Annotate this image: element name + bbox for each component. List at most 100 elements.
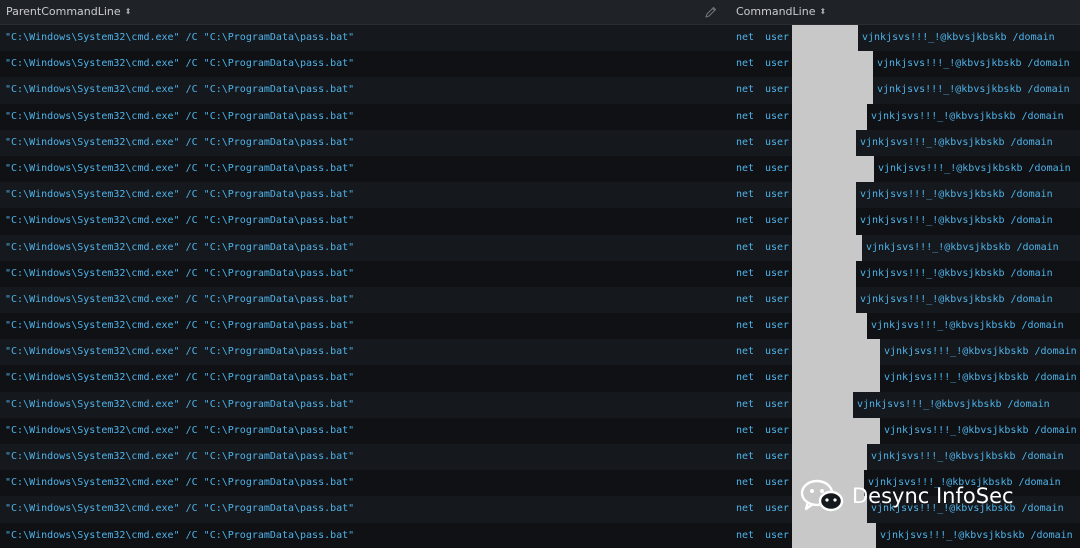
cell-parentcommandline: "C:\Windows\System32\cmd.exe" /C "C:\Pro…	[5, 58, 355, 70]
table-row[interactable]: "C:\Windows\System32\cmd.exe" /C "C:\Pro…	[0, 129, 1080, 156]
cell-command-net: net	[736, 32, 755, 43]
cell-command-args: vjnkjsvs!!!_!@kbvsjkbskb /domain	[877, 84, 1070, 96]
cell-command-net: net	[736, 424, 755, 436]
wechat-logo-icon	[800, 479, 844, 512]
table-row[interactable]: "C:\Windows\System32\cmd.exe" /C "C:\Pro…	[0, 444, 1080, 471]
cell-command-args: vjnkjsvs!!!_!@kbvsjkbskb /domain	[871, 320, 1064, 332]
cell-command-net: net	[736, 477, 755, 489]
table-row[interactable]: "C:\Windows\System32\cmd.exe" /C "C:\Pro…	[0, 391, 1080, 418]
cell-command-net: net	[736, 162, 755, 174]
cell-parentcommandline: "C:\Windows\System32\cmd.exe" /C "C:\Pro…	[5, 346, 355, 358]
table-row[interactable]: "C:\Windows\System32\cmd.exe" /C "C:\Pro…	[0, 365, 1080, 392]
redaction-box	[792, 103, 867, 130]
table-row[interactable]: "C:\Windows\System32\cmd.exe" /C "C:\Pro…	[0, 208, 1080, 235]
redaction-box	[792, 260, 856, 287]
cell-command-user: user	[765, 372, 790, 384]
cell-command-net: net	[736, 372, 755, 384]
table-header: ParentCommandLine ⬍ CommandLine ⬍	[0, 0, 1080, 25]
table-row[interactable]: "C:\Windows\System32\cmd.exe" /C "C:\Pro…	[0, 103, 1080, 130]
cell-command-net: net	[736, 136, 755, 148]
cell-command-args: vjnkjsvs!!!_!@kbvsjkbskb /domain	[857, 398, 1050, 410]
cell-parentcommandline: "C:\Windows\System32\cmd.exe" /C "C:\Pro…	[5, 32, 355, 43]
cell-parentcommandline: "C:\Windows\System32\cmd.exe" /C "C:\Pro…	[5, 267, 355, 279]
cell-command-net: net	[736, 189, 755, 201]
pencil-icon[interactable]	[704, 5, 718, 19]
table-row[interactable]: "C:\Windows\System32\cmd.exe" /C "C:\Pro…	[0, 339, 1080, 366]
table-row[interactable]: "C:\Windows\System32\cmd.exe" /C "C:\Pro…	[0, 182, 1080, 209]
redaction-box	[792, 286, 856, 314]
cell-command-user: user	[765, 398, 790, 410]
cell-parentcommandline: "C:\Windows\System32\cmd.exe" /C "C:\Pro…	[5, 189, 355, 201]
redaction-box	[792, 444, 867, 471]
redaction-box	[792, 313, 867, 340]
column-header-commandline[interactable]: CommandLine ⬍	[736, 0, 826, 24]
cell-parentcommandline: "C:\Windows\System32\cmd.exe" /C "C:\Pro…	[5, 215, 355, 227]
cell-command-user: user	[765, 215, 790, 227]
cell-command-args: vjnkjsvs!!!_!@kbvsjkbskb /domain	[884, 346, 1077, 358]
cell-command-net: net	[736, 58, 755, 70]
cell-command-user: user	[765, 503, 790, 515]
redaction-box	[792, 77, 873, 104]
cell-command-user: user	[765, 162, 790, 174]
redaction-box	[792, 522, 876, 548]
redaction-box	[792, 51, 873, 78]
table-row[interactable]: "C:\Windows\System32\cmd.exe" /C "C:\Pro…	[0, 286, 1080, 314]
table-row[interactable]: "C:\Windows\System32\cmd.exe" /C "C:\Pro…	[0, 25, 1080, 52]
cell-command-user: user	[765, 110, 790, 122]
column-header-label: ParentCommandLine	[6, 5, 121, 18]
column-header-parentcommandline[interactable]: ParentCommandLine ⬍	[6, 0, 131, 24]
cell-command-args: vjnkjsvs!!!_!@kbvsjkbskb /domain	[884, 372, 1077, 384]
cell-command-net: net	[736, 267, 755, 279]
cell-command-user: user	[765, 267, 790, 279]
cell-command-args: vjnkjsvs!!!_!@kbvsjkbskb /domain	[877, 58, 1070, 70]
table-row[interactable]: "C:\Windows\System32\cmd.exe" /C "C:\Pro…	[0, 522, 1080, 548]
cell-command-user: user	[765, 136, 790, 148]
cell-command-user: user	[765, 451, 790, 462]
cell-command-user: user	[765, 529, 790, 541]
table-row[interactable]: "C:\Windows\System32\cmd.exe" /C "C:\Pro…	[0, 155, 1080, 183]
cell-parentcommandline: "C:\Windows\System32\cmd.exe" /C "C:\Pro…	[5, 451, 355, 462]
cell-parentcommandline: "C:\Windows\System32\cmd.exe" /C "C:\Pro…	[5, 503, 355, 515]
cell-parentcommandline: "C:\Windows\System32\cmd.exe" /C "C:\Pro…	[5, 136, 355, 148]
cell-command-net: net	[736, 293, 755, 305]
cell-parentcommandline: "C:\Windows\System32\cmd.exe" /C "C:\Pro…	[5, 162, 355, 174]
cell-parentcommandline: "C:\Windows\System32\cmd.exe" /C "C:\Pro…	[5, 529, 355, 541]
table-row[interactable]: "C:\Windows\System32\cmd.exe" /C "C:\Pro…	[0, 234, 1080, 261]
cell-command-user: user	[765, 477, 790, 489]
redaction-box	[792, 155, 874, 183]
cell-command-args: vjnkjsvs!!!_!@kbvsjkbskb /domain	[871, 451, 1064, 462]
cell-command-args: vjnkjsvs!!!_!@kbvsjkbskb /domain	[862, 32, 1055, 43]
cell-command-user: user	[765, 32, 790, 43]
cell-command-args: vjnkjsvs!!!_!@kbvsjkbskb /domain	[866, 241, 1059, 253]
cell-parentcommandline: "C:\Windows\System32\cmd.exe" /C "C:\Pro…	[5, 241, 355, 253]
cell-parentcommandline: "C:\Windows\System32\cmd.exe" /C "C:\Pro…	[5, 372, 355, 384]
table-row[interactable]: "C:\Windows\System32\cmd.exe" /C "C:\Pro…	[0, 313, 1080, 340]
cell-parentcommandline: "C:\Windows\System32\cmd.exe" /C "C:\Pro…	[5, 84, 355, 96]
cell-command-args: vjnkjsvs!!!_!@kbvsjkbskb /domain	[860, 189, 1053, 201]
table-row[interactable]: "C:\Windows\System32\cmd.exe" /C "C:\Pro…	[0, 260, 1080, 287]
cell-command-args: vjnkjsvs!!!_!@kbvsjkbskb /domain	[860, 293, 1053, 305]
redaction-box	[792, 234, 862, 261]
table-row[interactable]: "C:\Windows\System32\cmd.exe" /C "C:\Pro…	[0, 417, 1080, 444]
redaction-box	[792, 391, 853, 418]
cell-parentcommandline: "C:\Windows\System32\cmd.exe" /C "C:\Pro…	[5, 398, 355, 410]
cell-command-args: vjnkjsvs!!!_!@kbvsjkbskb /domain	[860, 136, 1053, 148]
cell-command-net: net	[736, 529, 755, 541]
sort-arrows-icon[interactable]: ⬍	[819, 7, 826, 16]
sort-arrows-icon[interactable]: ⬍	[125, 7, 132, 16]
cell-command-net: net	[736, 110, 755, 122]
cell-command-net: net	[736, 241, 755, 253]
cell-command-user: user	[765, 346, 790, 358]
cell-command-user: user	[765, 84, 790, 96]
cell-command-args: vjnkjsvs!!!_!@kbvsjkbskb /domain	[880, 529, 1073, 541]
redaction-box	[792, 129, 856, 156]
cell-command-net: net	[736, 398, 755, 410]
cell-command-args: vjnkjsvs!!!_!@kbvsjkbskb /domain	[871, 110, 1064, 122]
cell-command-args: vjnkjsvs!!!_!@kbvsjkbskb /domain	[878, 162, 1071, 174]
table-row[interactable]: "C:\Windows\System32\cmd.exe" /C "C:\Pro…	[0, 51, 1080, 78]
redaction-box	[792, 182, 856, 209]
redaction-box	[792, 365, 880, 392]
table-row[interactable]: "C:\Windows\System32\cmd.exe" /C "C:\Pro…	[0, 77, 1080, 104]
cell-command-user: user	[765, 424, 790, 436]
cell-command-user: user	[765, 58, 790, 70]
